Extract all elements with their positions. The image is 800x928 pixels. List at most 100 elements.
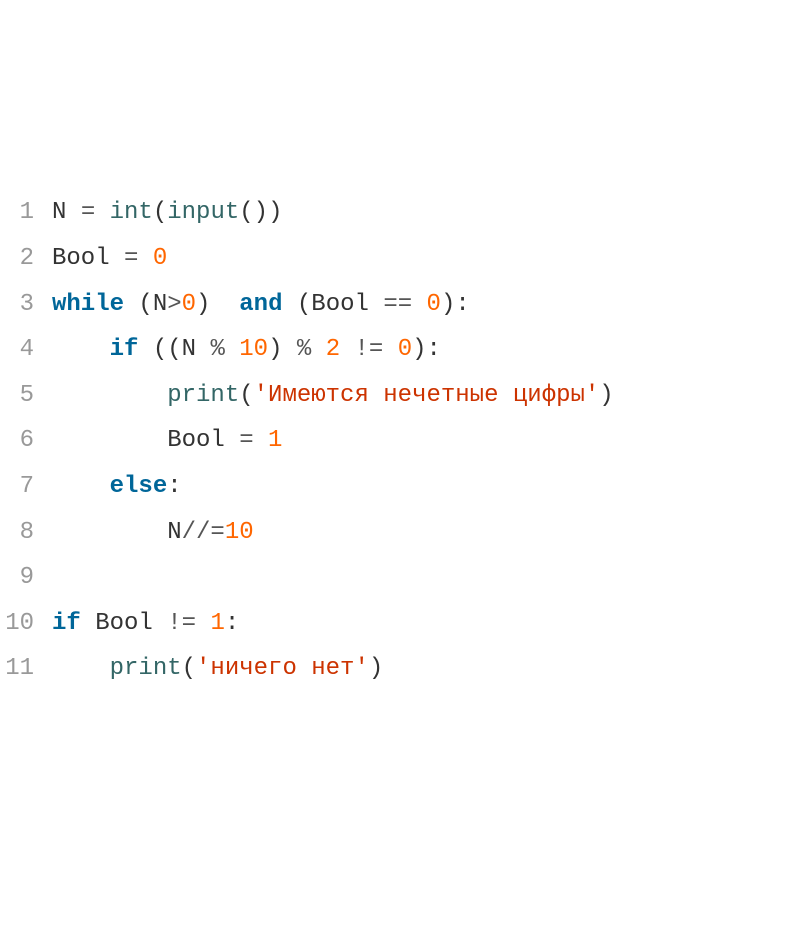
token-punct: ( [153, 199, 167, 226]
token-plain [52, 427, 167, 454]
token-str: 'ничего нет' [196, 655, 369, 682]
token-num: 10 [225, 519, 254, 546]
token-plain [369, 291, 383, 318]
line-number-gutter: 1234567891011 [0, 182, 42, 700]
token-punct: ): [441, 291, 470, 318]
token-name: N [52, 199, 66, 226]
code-line[interactable]: if ((N % 10) % 2 != 0): [52, 327, 614, 373]
token-plain [383, 336, 397, 363]
code-area[interactable]: N = int(input())Bool = 0while (N>0) and … [42, 182, 614, 700]
token-builtin: int [110, 199, 153, 226]
token-op: % [297, 336, 311, 363]
token-punct: ( [239, 382, 253, 409]
line-number: 2 [4, 236, 34, 282]
token-kw: while [52, 291, 124, 318]
token-punct: ()) [239, 199, 282, 226]
token-punct: ): [412, 336, 441, 363]
token-kw: if [110, 336, 139, 363]
token-plain [52, 519, 167, 546]
token-name: Bool [52, 245, 110, 272]
token-name: Bool [311, 291, 369, 318]
token-plain [153, 610, 167, 637]
line-number: 10 [4, 601, 34, 647]
token-punct: ( [182, 655, 196, 682]
token-builtin: input [167, 199, 239, 226]
code-line[interactable]: N = int(input()) [52, 190, 614, 236]
token-op: != [355, 336, 384, 363]
code-editor: 1234567891011 N = int(input())Bool = 0wh… [0, 182, 800, 700]
token-plain [196, 336, 210, 363]
token-plain [52, 655, 110, 682]
token-name: Bool [167, 427, 225, 454]
token-num: 0 [427, 291, 441, 318]
line-number: 5 [4, 373, 34, 419]
token-plain [52, 382, 167, 409]
code-line[interactable]: print('ничего нет') [52, 646, 614, 692]
token-plain [52, 336, 110, 363]
token-num: 0 [398, 336, 412, 363]
token-plain [412, 291, 426, 318]
token-plain [210, 291, 239, 318]
line-number: 11 [4, 646, 34, 692]
token-plain [311, 336, 325, 363]
token-num: 10 [239, 336, 268, 363]
token-plain [138, 336, 152, 363]
token-punct: ) [369, 655, 383, 682]
token-punct: : [167, 473, 181, 500]
token-plain [110, 245, 124, 272]
token-plain [196, 610, 210, 637]
code-line[interactable]: Bool = 1 [52, 418, 614, 464]
token-plain [124, 291, 138, 318]
token-op: = [124, 245, 138, 272]
token-plain [282, 336, 296, 363]
line-number: 8 [4, 510, 34, 556]
line-number: 9 [4, 555, 34, 601]
code-line[interactable] [52, 555, 614, 601]
token-plain [138, 245, 152, 272]
line-number: 6 [4, 418, 34, 464]
token-num: 2 [326, 336, 340, 363]
token-plain [254, 427, 268, 454]
token-plain [81, 610, 95, 637]
token-str: 'Имеются нечетные цифры' [254, 382, 600, 409]
token-num: 1 [268, 427, 282, 454]
token-plain [225, 336, 239, 363]
token-name: N [153, 291, 167, 318]
token-op: % [210, 336, 224, 363]
token-plain [95, 199, 109, 226]
token-op: == [383, 291, 412, 318]
token-punct: ) [599, 382, 613, 409]
token-name: Bool [95, 610, 153, 637]
token-kw: if [52, 610, 81, 637]
token-num: 1 [210, 610, 224, 637]
token-punct: ( [138, 291, 152, 318]
token-plain [340, 336, 354, 363]
token-builtin: print [167, 382, 239, 409]
code-line[interactable]: N//=10 [52, 510, 614, 556]
token-name: N [167, 519, 181, 546]
token-punct: (( [153, 336, 182, 363]
token-op: = [239, 427, 253, 454]
line-number: 1 [4, 190, 34, 236]
line-number: 3 [4, 282, 34, 328]
token-kw: else [110, 473, 168, 500]
code-line[interactable]: Bool = 0 [52, 236, 614, 282]
token-op: != [167, 610, 196, 637]
token-num: 0 [153, 245, 167, 272]
code-line[interactable]: while (N>0) and (Bool == 0): [52, 282, 614, 328]
token-builtin: print [110, 655, 182, 682]
token-punct: : [225, 610, 239, 637]
token-punct: ( [297, 291, 311, 318]
token-punct: ) [196, 291, 210, 318]
code-line[interactable]: if Bool != 1: [52, 601, 614, 647]
token-op: = [81, 199, 95, 226]
token-name: N [182, 336, 196, 363]
token-punct: ) [268, 336, 282, 363]
line-number: 4 [4, 327, 34, 373]
code-line[interactable]: print('Имеются нечетные цифры') [52, 373, 614, 419]
token-op: //= [182, 519, 225, 546]
token-plain [52, 473, 110, 500]
token-plain [225, 427, 239, 454]
line-number: 7 [4, 464, 34, 510]
code-line[interactable]: else: [52, 464, 614, 510]
